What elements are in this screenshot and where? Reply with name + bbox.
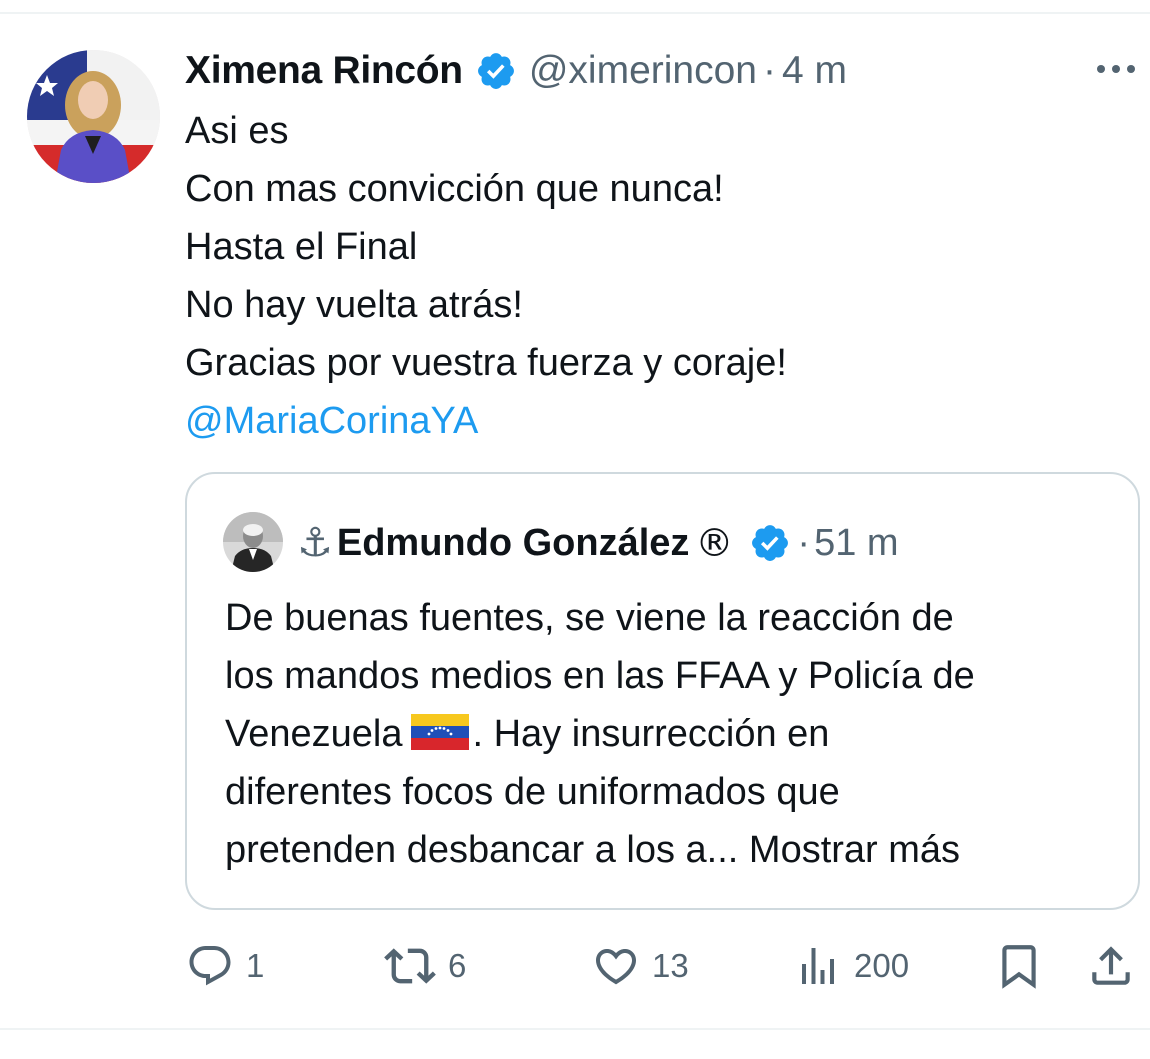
- quoted-tweet-header: ⚓ Edmundo González ® · 51 m: [297, 518, 899, 568]
- quoted-text-segment: . Hay insurrección en: [472, 713, 830, 755]
- quoted-author-avatar[interactable]: [223, 512, 283, 572]
- anchor-emoji-icon: ⚓: [297, 520, 333, 566]
- header-separator: ·: [762, 49, 776, 92]
- tweet-text-line: Gracias por vuestra fuerza y coraje!: [185, 342, 787, 384]
- verified-badge-icon: [475, 50, 517, 92]
- quoted-tweet-text: De buenas fuentes, se viene la reacción …: [225, 589, 1125, 879]
- tweet-text: Asi es Con mas convicción que nunca! Has…: [185, 102, 1105, 450]
- share-button[interactable]: [1086, 940, 1136, 992]
- heart-icon: [592, 942, 640, 990]
- reply-button[interactable]: 1: [186, 940, 264, 992]
- reply-icon: [186, 942, 234, 990]
- top-divider: [0, 12, 1150, 14]
- bookmark-icon: [994, 941, 1044, 991]
- tweet-text-line: Asi es: [185, 110, 289, 152]
- reply-count: 1: [246, 947, 265, 984]
- bottom-divider: [0, 1028, 1150, 1030]
- share-icon: [1086, 941, 1136, 991]
- retweet-count: 6: [448, 947, 467, 984]
- author-avatar[interactable]: [27, 50, 160, 183]
- quoted-header-separator: ·: [797, 521, 811, 564]
- like-button[interactable]: 13: [592, 940, 689, 992]
- tweet-text-line: Con mas convicción que nunca!: [185, 168, 724, 210]
- registered-mark: ®: [695, 521, 734, 565]
- views-button[interactable]: 200: [794, 940, 909, 992]
- views-count: 200: [854, 947, 910, 984]
- tweet-text-line: Hasta el Final: [185, 226, 418, 268]
- tweet-text-line: No hay vuelta atrás!: [185, 284, 523, 326]
- quoted-tweet-timestamp[interactable]: 51 m: [814, 522, 898, 565]
- quoted-author-name[interactable]: Edmundo González: [337, 522, 690, 565]
- quoted-text-line: los mandos medios en las FFAA y Policía …: [225, 655, 975, 697]
- mention-link[interactable]: @MariaCorinaYA: [185, 392, 1105, 450]
- quoted-text-line: diferentes focos de uniformados que: [225, 771, 840, 813]
- retweet-icon: [384, 940, 436, 992]
- quoted-tweet-card[interactable]: ⚓ Edmundo González ® · 51 m De buenas fu…: [185, 472, 1140, 910]
- like-count: 13: [652, 947, 689, 984]
- more-options-icon[interactable]: [1093, 56, 1139, 82]
- quoted-text-line: Venezuela . Hay insurrección en: [225, 705, 1125, 763]
- tweet-action-bar: 1 6 13 200: [0, 940, 1150, 992]
- author-handle[interactable]: @ximerincon: [529, 49, 757, 93]
- retweet-button[interactable]: 6: [384, 940, 466, 992]
- tweet-header: Ximena Rincón @ximerincon · 4 m: [185, 46, 847, 96]
- verified-badge-icon: [749, 522, 791, 564]
- views-icon: [794, 942, 842, 990]
- bookmark-button[interactable]: [994, 940, 1044, 992]
- quoted-text-line: De buenas fuentes, se viene la reacción …: [225, 597, 954, 639]
- tweet-timestamp[interactable]: 4 m: [782, 49, 847, 93]
- author-name[interactable]: Ximena Rincón: [185, 49, 463, 93]
- quoted-text-line: pretenden desbancar a los a... Mostrar m…: [225, 829, 961, 871]
- venezuela-flag-icon: [410, 709, 469, 750]
- quoted-text-segment: Venezuela: [225, 713, 403, 755]
